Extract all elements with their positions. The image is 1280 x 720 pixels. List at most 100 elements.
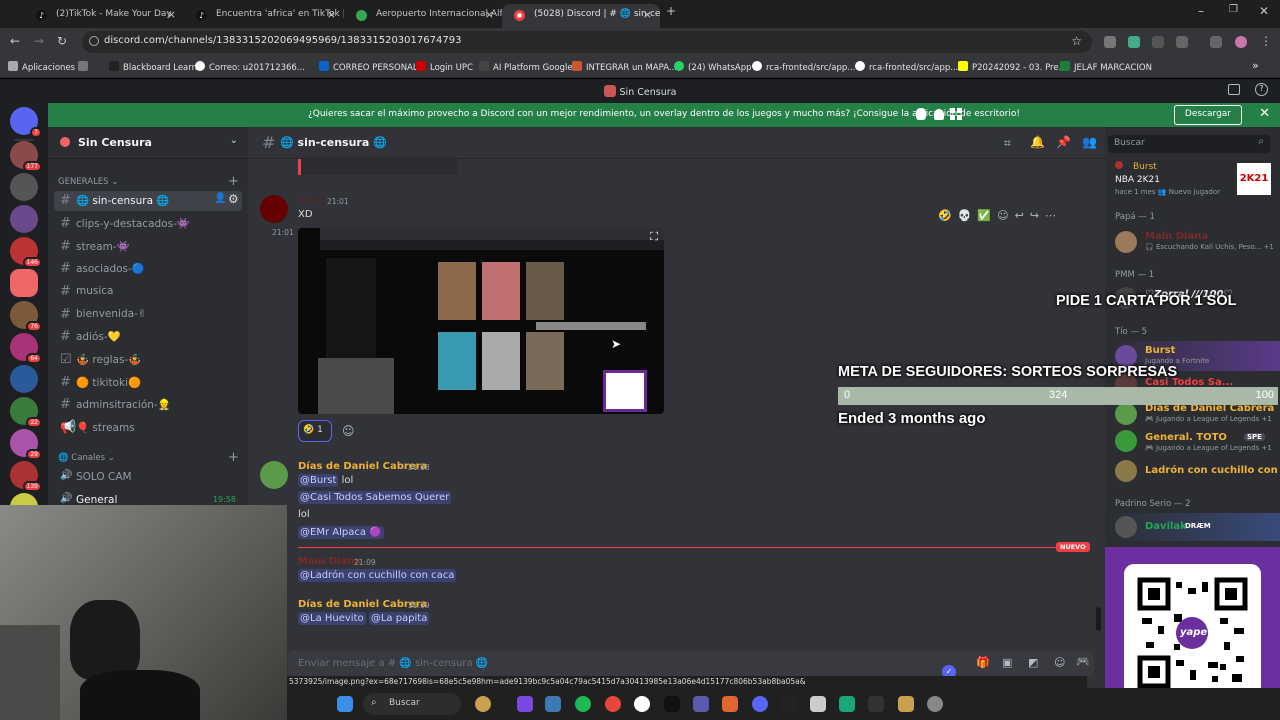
invite-icon[interactable]: 👤 [214, 193, 226, 204]
app-icon[interactable] [810, 696, 826, 712]
channel-adios[interactable]: # adiós-💛 [54, 327, 242, 347]
widgets-icon[interactable] [475, 696, 491, 712]
channel-bienvenida[interactable]: # bienvenida-✌ [54, 305, 242, 325]
more-bookmarks-icon[interactable]: » [1252, 59, 1259, 72]
extension-icon[interactable] [1128, 36, 1140, 48]
app-icon[interactable] [517, 696, 533, 712]
close-tab-icon[interactable]: × [167, 8, 176, 21]
back-icon[interactable]: ← [10, 34, 20, 48]
windows-start-icon[interactable] [337, 696, 353, 712]
add-reaction-icon[interactable]: ☺ [342, 424, 355, 438]
reply-icon[interactable]: ↩ [1015, 209, 1024, 229]
bookmark-item[interactable] [78, 61, 92, 73]
user-mention[interactable]: @Casi Todos Sabemos Querer [298, 491, 452, 504]
app-icon[interactable] [839, 696, 855, 712]
address-bar[interactable]: discord.com/channels/1383315202069495969… [82, 31, 1092, 53]
tab-tiktok-search[interactable]: ♪ Encuentra 'africa' en TikTok | Bu × [184, 4, 344, 28]
tab-tiktok[interactable]: ♪ (2)TikTok - Make Your Day × [24, 4, 184, 28]
threads-icon[interactable]: ⌗ [1004, 136, 1011, 151]
bookmark-item[interactable]: Login UPC [416, 61, 473, 73]
minimize-icon[interactable]: – [1198, 4, 1204, 18]
channel-musica[interactable]: # musica [54, 282, 242, 302]
close-tab-icon[interactable]: × [643, 8, 652, 21]
member-name[interactable]: General. TOTO [1145, 432, 1227, 443]
tab-maps[interactable]: Aeropuerto Internacional Alfre × [344, 4, 502, 28]
channel-stream[interactable]: # stream-👾 [54, 237, 242, 257]
user-mention[interactable]: @Ladrón con cuchillo con caca [298, 569, 457, 582]
close-tab-icon[interactable]: × [327, 8, 336, 21]
close-banner-icon[interactable]: ✕ [1259, 106, 1270, 121]
laugh-emoji-icon[interactable]: 🤣 [938, 209, 952, 229]
server-icon[interactable]: 29 [10, 429, 42, 460]
gear-icon[interactable]: ⚙ [228, 192, 239, 206]
category-canales[interactable]: 🌐 Canales ⌄ [58, 453, 115, 463]
avatar[interactable] [260, 195, 288, 223]
gift-icon[interactable]: 🎁 [976, 656, 990, 669]
avatar[interactable] [1115, 403, 1137, 425]
bookmark-item[interactable]: (24) WhatsApp [674, 61, 752, 73]
channel-adminsitracion[interactable]: # adminsitración-👷 [54, 395, 242, 415]
reaction-chip[interactable]: 🤣 1 [298, 420, 332, 442]
close-window-icon[interactable]: ✕ [1259, 4, 1269, 18]
chevron-down-icon[interactable]: ⌄ [230, 135, 238, 146]
app-icon[interactable] [927, 696, 943, 712]
add-channel-icon[interactable]: + [228, 450, 239, 465]
discord-icon[interactable] [752, 696, 768, 712]
member-list-icon[interactable]: 👥 [1082, 135, 1097, 149]
site-info-icon[interactable] [89, 36, 99, 46]
bookmark-item[interactable]: JELAF MARCACION [1060, 61, 1152, 73]
more-icon[interactable]: ⋯ [1045, 209, 1056, 229]
pin-icon[interactable]: 📌 [1056, 135, 1071, 149]
server-icon[interactable]: 64 [10, 333, 42, 364]
bookmark-item[interactable]: AI Platform Google [479, 61, 573, 73]
spotify-icon[interactable] [575, 696, 591, 712]
bookmark-item[interactable]: Blackboard Learn [109, 61, 197, 73]
member-name[interactable]: Ladrón con cuchillo con c... [1145, 465, 1280, 476]
extensions-puzzle-icon[interactable] [1176, 36, 1188, 48]
message-composer[interactable]: Enviar mensaje a # 🌐 sin-censura 🌐 🎁 ▣ ◩… [288, 650, 1094, 678]
new-tab-icon[interactable]: + [666, 4, 676, 18]
sticker-icon[interactable]: ◩ [1028, 656, 1038, 669]
server-icon[interactable]: 22 [10, 397, 42, 428]
chrome-icon[interactable] [605, 696, 621, 712]
extension-icon[interactable] [1104, 36, 1116, 48]
activities-icon[interactable]: 🎮 [1076, 655, 1090, 668]
profile-avatar-icon[interactable] [1235, 36, 1247, 48]
bookmark-item[interactable]: P20242092 - 03. Pre... [958, 61, 1067, 73]
bookmark-item[interactable]: CORREO PERSONAL [319, 61, 418, 73]
channel-asociados[interactable]: # asociados-🔵 [54, 259, 242, 279]
message-author[interactable]: Maiu Diana [298, 556, 361, 567]
user-mention[interactable]: @EMr Alpaca 🟣 [298, 526, 384, 539]
channel-reglas[interactable]: ☑ 🤹 reglas-🤹 [54, 350, 242, 370]
inbox-icon[interactable] [1228, 84, 1240, 95]
user-mention[interactable]: @La papita [368, 612, 430, 625]
app-icon[interactable] [664, 696, 680, 712]
server-icon[interactable] [10, 365, 38, 393]
server-icon[interactable]: 177 [10, 141, 42, 172]
avatar[interactable] [260, 461, 288, 489]
channel-tikitoki[interactable]: # 🟠 tikitoki🟠 [54, 373, 242, 393]
server-icon[interactable]: 146 [10, 237, 42, 268]
epic-games-icon[interactable] [868, 696, 884, 712]
bookmark-item[interactable]: Aplicaciones [8, 61, 75, 73]
security-icon[interactable] [545, 696, 561, 712]
add-channel-icon[interactable]: + [228, 174, 239, 189]
server-icon[interactable] [10, 205, 38, 233]
skull-emoji-icon[interactable]: 💀 [958, 209, 972, 229]
image-attachment[interactable]: ⛶ [298, 228, 664, 414]
avatar[interactable] [1115, 460, 1137, 482]
bell-icon[interactable]: 🔔 [1030, 135, 1045, 149]
download-button[interactable]: Descargar [1173, 105, 1242, 125]
github-icon[interactable] [634, 696, 650, 712]
emoji-icon[interactable]: ☺ [1054, 656, 1065, 669]
bookmark-item[interactable]: INTEGRAR un MAPA... [572, 61, 677, 73]
channel-sin-censura[interactable]: # 🌐 sin-censura 🌐 👤 ⚙ [54, 191, 242, 211]
avatar[interactable] [1115, 430, 1137, 452]
server-icon[interactable]: 76 [10, 301, 42, 332]
reading-list-icon[interactable] [1210, 36, 1222, 48]
category-generales[interactable]: GENERALES ⌄ [58, 177, 118, 187]
close-tab-icon[interactable]: × [485, 8, 494, 21]
reload-icon[interactable]: ↻ [57, 34, 67, 48]
tab-discord[interactable]: ● (5028) Discord | # 🌐 sin-ce × [502, 4, 660, 28]
server-icon[interactable] [10, 173, 38, 201]
